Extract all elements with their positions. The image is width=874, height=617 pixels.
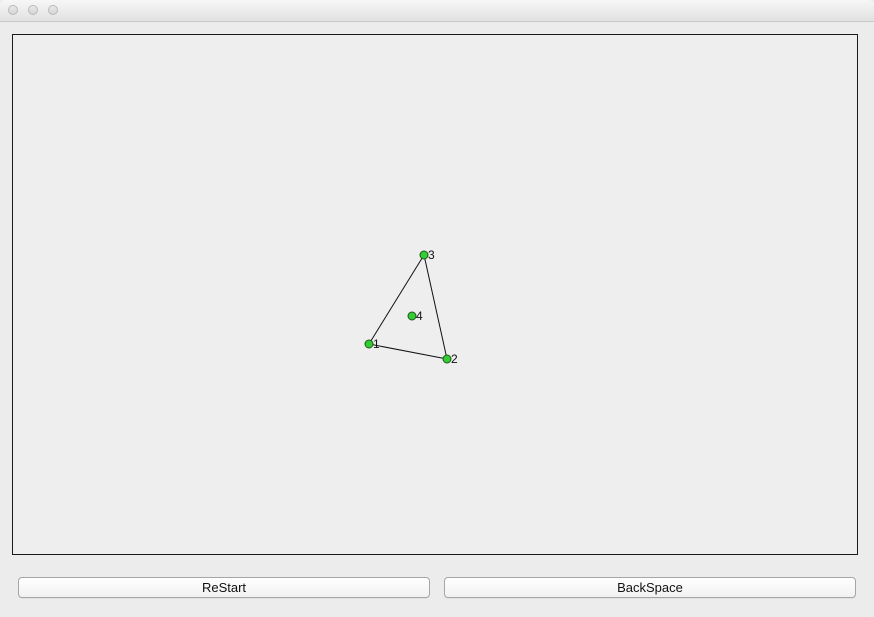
polygon-edge-1-2 xyxy=(368,343,448,360)
close-window-icon[interactable] xyxy=(8,5,18,15)
point-1[interactable]: 1 xyxy=(364,337,380,351)
point-label-2: 2 xyxy=(451,352,458,366)
backspace-button[interactable]: BackSpace xyxy=(444,577,856,598)
polygon-edge-2-3 xyxy=(423,254,448,360)
point-2[interactable]: 2 xyxy=(442,352,458,366)
point-label-4: 4 xyxy=(416,309,423,323)
app-window: 1 2 3 4 ReStart BackSpace xyxy=(0,0,874,617)
point-marker-4[interactable] xyxy=(407,311,417,321)
minimize-window-icon[interactable] xyxy=(28,5,38,15)
point-marker-3[interactable] xyxy=(419,250,429,260)
zoom-window-icon[interactable] xyxy=(48,5,58,15)
point-label-3: 3 xyxy=(428,248,435,262)
drawing-canvas[interactable]: 1 2 3 4 xyxy=(12,34,858,555)
point-label-1: 1 xyxy=(373,337,380,351)
point-marker-1[interactable] xyxy=(364,339,374,349)
point-4[interactable]: 4 xyxy=(407,309,423,323)
point-3[interactable]: 3 xyxy=(419,248,435,262)
point-marker-2[interactable] xyxy=(442,354,452,364)
polygon-edge-3-1 xyxy=(368,254,425,345)
drawing-canvas-svg[interactable]: 1 2 3 4 xyxy=(13,35,859,556)
restart-button[interactable]: ReStart xyxy=(18,577,430,598)
title-bar[interactable] xyxy=(0,0,874,22)
